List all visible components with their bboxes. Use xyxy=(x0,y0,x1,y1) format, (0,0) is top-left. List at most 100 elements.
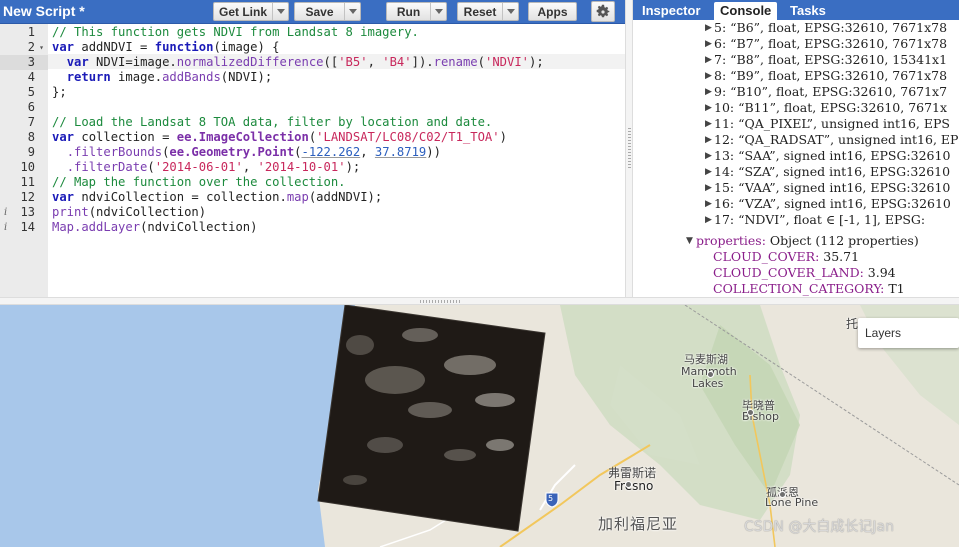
right-panel: Inspector Console Tasks ▶ 5: “B6”, float… xyxy=(633,0,959,297)
console-band-row[interactable]: 12: “QA_RADSAT”, unsigned int16, EP xyxy=(714,132,958,148)
console-property: CLOUD_COVER: 35.71 xyxy=(713,249,860,264)
code-editor[interactable]: 1 2 ▾ 3 4 5 6 7 8 9 10 11 12 i 13 i 14 // T… xyxy=(0,24,625,297)
layers-label: Layers xyxy=(865,326,902,340)
vertical-splitter[interactable] xyxy=(625,0,633,297)
console-property: COLLECTION_CATEGORY: T1 xyxy=(713,281,905,296)
chevron-down-icon[interactable] xyxy=(430,3,446,20)
console-band-row[interactable]: 7: “B8”, float, EPSG:32610, 15341x1 xyxy=(714,52,947,68)
console-band-row[interactable]: 16: “VZA”, signed int16, EPSG:32610 xyxy=(714,196,951,212)
script-title[interactable]: New Script * xyxy=(3,3,85,19)
tab-console[interactable]: Console xyxy=(714,2,778,20)
expand-arrow-icon[interactable]: ▶ xyxy=(705,199,712,209)
line-number: 10 xyxy=(20,160,35,174)
line-number-active: 3 xyxy=(0,55,48,70)
info-icon[interactable]: i xyxy=(4,220,7,235)
expand-arrow-icon[interactable]: ▶ xyxy=(705,39,712,49)
console-band-row[interactable]: 10: “B11”, float, EPSG:32610, 7671x xyxy=(714,100,947,116)
city-dot-icon xyxy=(707,371,714,378)
reset-label: Reset xyxy=(463,4,497,19)
console-band-row[interactable]: 5: “B6”, float, EPSG:32610, 7671x78 xyxy=(714,20,947,36)
code-line: // This function gets NDVI from Landsat … xyxy=(52,25,419,39)
expand-arrow-icon[interactable]: ▶ xyxy=(705,71,712,81)
splitter-grip[interactable] xyxy=(628,128,631,168)
apps-button[interactable]: Apps xyxy=(528,2,577,21)
code-line: print(ndviCollection) xyxy=(52,205,207,219)
highway-number: 5 xyxy=(548,494,554,503)
city-dot-icon xyxy=(779,491,786,498)
expand-arrow-icon[interactable]: ▶ xyxy=(705,215,712,225)
line-number: i 13 xyxy=(4,205,35,220)
code-line: // Load the Landsat 8 TOA data, filter b… xyxy=(52,115,493,129)
code-line: .filterDate('2014-06-01', '2014-10-01'); xyxy=(66,160,361,174)
line-number: i 14 xyxy=(4,220,35,235)
console-band-row[interactable]: 8: “B9”, float, EPSG:32610, 7671x78 xyxy=(714,68,947,84)
code-line: var NDVI=image.normalizedDifference(['B5… xyxy=(66,55,544,69)
expand-arrow-icon[interactable]: ▶ xyxy=(705,23,712,33)
splitter-grip[interactable] xyxy=(420,300,460,303)
fold-arrow-icon[interactable]: ▾ xyxy=(39,40,44,55)
code-line: var collection = ee.ImageCollection('LAN… xyxy=(52,130,507,144)
ocean xyxy=(0,305,355,547)
line-number: 4 xyxy=(27,70,35,84)
code-text[interactable]: // This function gets NDVI from Landsat … xyxy=(48,24,625,297)
map-label-fresno: Fresno xyxy=(614,479,654,493)
console-band-row[interactable]: 13: “SAA”, signed int16, EPSG:32610 xyxy=(714,148,950,164)
layers-control[interactable]: Layers xyxy=(858,318,959,348)
console-band-row[interactable]: 9: “B10”, float, EPSG:32610, 7671x7 xyxy=(714,84,947,100)
settings-button[interactable] xyxy=(591,1,615,22)
map-basemap[interactable] xyxy=(0,305,959,547)
tab-inspector[interactable]: Inspector xyxy=(636,2,707,20)
console-property: CLOUD_COVER_LAND: 3.94 xyxy=(713,265,896,280)
line-number: 5 xyxy=(27,85,35,99)
expand-arrow-icon[interactable]: ▶ xyxy=(705,103,712,113)
reset-button[interactable]: Reset xyxy=(457,2,519,21)
apps-label: Apps xyxy=(537,4,568,19)
map-label-partial: 托 xyxy=(846,317,859,331)
chevron-down-icon[interactable] xyxy=(502,3,518,20)
console-properties-row[interactable]: properties: Object (112 properties) xyxy=(696,233,919,249)
expand-arrow-icon[interactable]: ▶ xyxy=(705,87,712,97)
expand-arrow-icon[interactable]: ▶ xyxy=(705,119,712,129)
chevron-down-icon[interactable] xyxy=(272,3,288,20)
landsat-ndvi-layer xyxy=(317,305,546,532)
get-link-button[interactable]: Get Link xyxy=(213,2,289,21)
line-number-gutter: 1 2 ▾ 3 4 5 6 7 8 9 10 11 12 i 13 i 14 xyxy=(0,24,48,297)
expand-arrow-icon[interactable]: ▶ xyxy=(705,55,712,65)
console-band-row[interactable]: 14: “SZA”, signed int16, EPSG:32610 xyxy=(714,164,950,180)
info-icon[interactable]: i xyxy=(4,205,7,220)
map-view[interactable]: 马麦斯湖 Mammoth Lakes 毕晓普 Bishop 弗雷斯诺 Fresn… xyxy=(0,305,959,547)
line-number: 7 xyxy=(27,115,35,129)
tab-tasks[interactable]: Tasks xyxy=(784,2,832,20)
get-link-label: Get Link xyxy=(218,4,267,19)
run-label: Run xyxy=(396,4,421,19)
map-label-california-cn: 加利福尼亚 xyxy=(598,515,679,533)
code-line: // Map the function over the collection. xyxy=(52,175,346,189)
panel-tab-bar: Inspector Console Tasks xyxy=(633,0,959,20)
chevron-down-icon[interactable] xyxy=(344,3,360,20)
gear-icon xyxy=(596,4,610,17)
code-line: var addNDVI = function(image) { xyxy=(52,40,280,54)
run-button[interactable]: Run xyxy=(386,2,447,21)
console-band-row[interactable]: 11: “QA_PIXEL”, unsigned int16, EPS xyxy=(714,116,950,132)
watermark-text: CSDN @大白成长记Jan xyxy=(744,519,894,535)
city-dot-icon xyxy=(747,409,754,416)
expand-arrow-icon[interactable]: ▶ xyxy=(705,183,712,193)
expand-arrow-icon[interactable]: ▶ xyxy=(705,135,712,145)
expand-arrow-icon[interactable]: ▶ xyxy=(705,151,712,161)
console-output[interactable]: ▶ 5: “B6”, float, EPSG:32610, 7671x78 ▶ … xyxy=(633,20,959,297)
horizontal-splitter[interactable] xyxy=(0,297,959,305)
line-number: 2 ▾ xyxy=(27,40,44,55)
line-number: 12 xyxy=(20,190,35,204)
line-number: 8 xyxy=(27,130,35,144)
save-label: Save xyxy=(305,4,334,19)
console-band-row[interactable]: 6: “B7”, float, EPSG:32610, 7671x78 xyxy=(714,36,947,52)
expand-arrow-icon[interactable]: ▶ xyxy=(705,167,712,177)
line-number: 6 xyxy=(27,100,35,114)
save-button[interactable]: Save xyxy=(294,2,361,21)
console-band-row[interactable]: 17: “NDVI”, float ∈ [-1, 1], EPSG: xyxy=(714,212,925,228)
console-band-row[interactable]: 15: “VAA”, signed int16, EPSG:32610 xyxy=(714,180,950,196)
collapse-arrow-icon[interactable]: ▼ xyxy=(686,236,693,246)
line-number: 9 xyxy=(27,145,35,159)
line-number: 1 xyxy=(27,25,35,39)
city-dot-icon xyxy=(625,481,632,488)
